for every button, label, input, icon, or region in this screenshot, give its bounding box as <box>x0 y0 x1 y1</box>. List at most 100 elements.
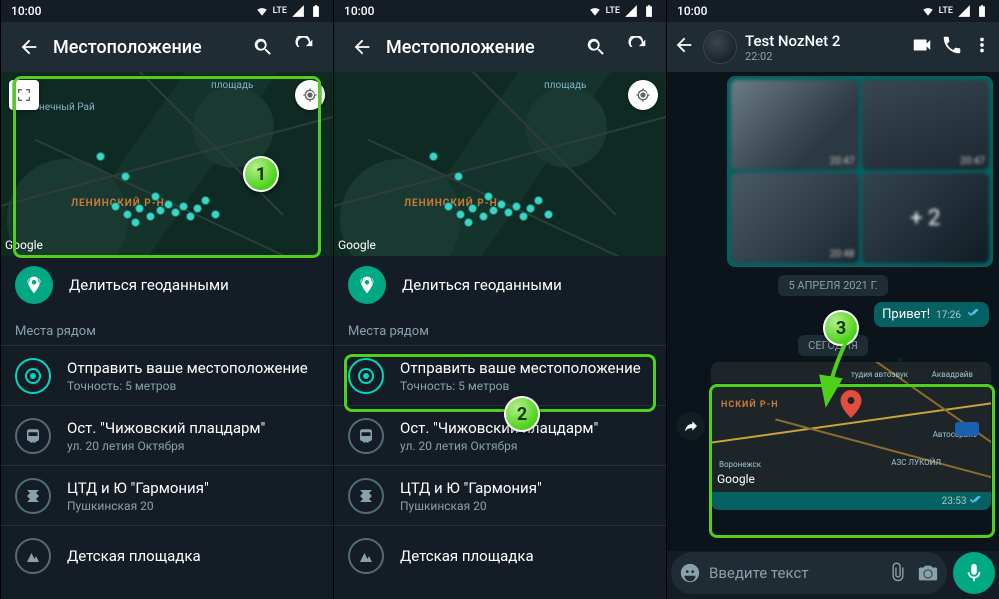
map-poi-label-2: нечный Рай <box>39 102 95 113</box>
search-button[interactable] <box>578 29 614 65</box>
share-live-location-row[interactable]: Делиться геоданными <box>334 256 666 314</box>
avatar[interactable] <box>703 30 737 64</box>
signal-icon <box>957 4 971 18</box>
back-button[interactable] <box>673 34 695 60</box>
mic-icon <box>963 562 985 584</box>
search-icon <box>252 36 274 58</box>
input-placeholder: Введите текст <box>709 564 879 582</box>
item-title: Отправить ваше местоположение <box>67 359 308 377</box>
item-subtitle: Точность: 5 метров <box>400 379 641 393</box>
video-icon <box>911 34 933 56</box>
signal-icon <box>291 4 305 18</box>
message-text: Привет! <box>882 307 930 322</box>
share-live-location-row[interactable]: Делиться геоданными <box>1 256 333 314</box>
live-location-icon <box>348 266 386 304</box>
item-title: ЦТД и Ю "Гармония" <box>67 479 209 497</box>
media-cell[interactable]: 20:47 <box>862 80 990 170</box>
panel-location-1: 10:00 LTE Местоположение ЛЕНИНСКИЙ Р-Н п… <box>0 0 333 599</box>
chat-name: Test NozNet 2 <box>745 32 903 50</box>
network-label: LTE <box>273 6 287 16</box>
attach-icon[interactable] <box>887 562 909 584</box>
statusbar-time: 10:00 <box>11 4 41 18</box>
search-icon <box>585 36 607 58</box>
page-title: Местоположение <box>386 37 572 58</box>
message-input[interactable]: Введите текст <box>671 552 947 594</box>
media-cell[interactable]: 20:47 <box>731 80 859 170</box>
location-message[interactable]: НСКИЙ Р-Н тудия автозвук Аквадрайв Автос… <box>711 362 991 510</box>
mic-button[interactable] <box>953 552 995 594</box>
wifi-icon <box>255 4 269 18</box>
ticket-icon <box>348 478 384 514</box>
battery-icon <box>309 4 323 18</box>
chat-title-block[interactable]: Test NozNet 2 22:02 <box>745 32 903 63</box>
nearby-header: Места рядом <box>1 314 333 345</box>
media-cell-more[interactable]: + 2 <box>862 173 990 263</box>
wifi-icon <box>921 4 935 18</box>
nearby-place-row[interactable]: Ост. "Чижовский плацдарм" ул. 20 летия О… <box>334 405 666 465</box>
map-preview[interactable]: ЛЕНИНСКИЙ Р-Н площадь нечный Рай Google <box>1 72 333 256</box>
playground-icon <box>348 538 384 574</box>
send-current-location-row[interactable]: Отправить ваше местоположение Точность: … <box>1 345 333 405</box>
location-map-thumbnail: НСКИЙ Р-Н тудия автозвук Аквадрайв Автос… <box>711 362 991 492</box>
panel-location-2: 10:00 LTE Местоположение ЛЕНИНСКИЙ Р-Н п… <box>333 0 666 599</box>
item-subtitle: Пушкинская 20 <box>400 499 542 513</box>
read-tick-icon <box>967 308 981 318</box>
forward-button[interactable] <box>677 412 705 440</box>
share-live-label: Делиться геоданными <box>69 276 229 294</box>
voice-call-button[interactable] <box>941 34 963 60</box>
nearby-place-row[interactable]: Ост. "Чижовский плацдарм" ул. 20 летия О… <box>1 405 333 465</box>
date-separator: 5 АПРЕЛЯ 2021 Г. <box>778 275 887 296</box>
my-location-button[interactable] <box>628 80 658 110</box>
signal-icon <box>624 4 638 18</box>
fullscreen-button[interactable] <box>9 80 39 110</box>
media-cell[interactable]: 20:48 <box>731 173 859 263</box>
loc-district-label: НСКИЙ Р-Н <box>721 400 779 410</box>
map-badge <box>955 422 979 436</box>
back-button[interactable] <box>344 29 380 65</box>
bus-stop-icon <box>348 418 384 454</box>
nearby-header: Места рядом <box>334 314 666 345</box>
crosshair-icon <box>635 87 651 103</box>
nearby-place-row[interactable]: Детская площадка <box>334 525 666 585</box>
nearby-place-row[interactable]: ЦТД и Ю "Гармония" Пушкинская 20 <box>334 465 666 525</box>
media-album[interactable]: 20:47 20:47 20:48 + 2 <box>727 76 993 267</box>
composer: Введите текст <box>671 551 995 595</box>
nearby-place-row[interactable]: Детская площадка <box>1 525 333 585</box>
google-logo: Google <box>338 238 376 252</box>
refresh-icon <box>627 36 649 58</box>
network-label: LTE <box>606 6 620 16</box>
bus-stop-icon <box>15 418 51 454</box>
emoji-icon[interactable] <box>679 562 701 584</box>
statusbar: 10:00 LTE <box>334 0 666 22</box>
battery-icon <box>642 4 656 18</box>
target-icon <box>15 358 51 394</box>
media-time: 20:47 <box>960 156 985 167</box>
chat-body[interactable]: 20:47 20:47 20:48 + 2 5 АПРЕЛЯ 2021 Г. П… <box>667 72 999 551</box>
video-call-button[interactable] <box>911 34 933 60</box>
nearby-place-row[interactable]: ЦТД и Ю "Гармония" Пушкинская 20 <box>1 465 333 525</box>
send-current-location-row[interactable]: Отправить ваше местоположение Точность: … <box>334 345 666 405</box>
map-preview[interactable]: ЛЕНИНСКИЙ Р-Н площадь Google <box>334 72 666 256</box>
statusbar: 10:00 LTE <box>1 0 333 22</box>
back-button[interactable] <box>11 29 47 65</box>
refresh-button[interactable] <box>287 29 323 65</box>
more-button[interactable] <box>971 34 993 60</box>
message-bubble[interactable]: Привет! 17:26 <box>874 302 989 327</box>
refresh-button[interactable] <box>620 29 656 65</box>
item-title: Детская площадка <box>400 547 534 565</box>
media-more-label: + 2 <box>862 173 990 263</box>
camera-icon[interactable] <box>917 562 939 584</box>
more-vert-icon <box>971 34 993 56</box>
target-icon <box>348 358 384 394</box>
my-location-button[interactable] <box>295 80 325 110</box>
toolbar: Местоположение <box>334 22 666 72</box>
item-subtitle: Точность: 5 метров <box>67 379 308 393</box>
statusbar-time: 10:00 <box>677 4 707 18</box>
location-time: 23:53 <box>711 492 991 510</box>
item-subtitle: Пушкинская 20 <box>67 499 209 513</box>
date-separator: СЕГОДНЯ <box>798 335 868 356</box>
search-button[interactable] <box>245 29 281 65</box>
pin-icon <box>840 390 862 422</box>
phone-icon <box>941 34 963 56</box>
google-logo: Google <box>717 472 755 486</box>
